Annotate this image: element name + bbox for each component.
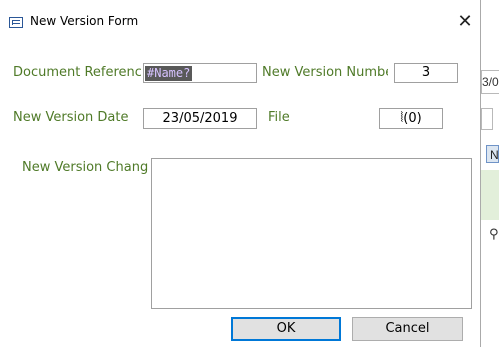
title-bar: New Version Form ✕ — [0, 0, 480, 38]
background-tab: N — [486, 145, 499, 163]
file-attachment-count: (0) — [403, 111, 422, 126]
new-version-date-label: New Version Date — [13, 110, 129, 125]
new-version-number-label: New Version Number — [262, 65, 388, 80]
cancel-button[interactable]: Cancel — [352, 317, 463, 341]
close-button[interactable]: ✕ — [450, 8, 480, 36]
new-version-number-field[interactable]: 3 — [394, 63, 458, 83]
name-error-value: #Name? — [145, 66, 193, 81]
ok-button[interactable]: OK — [231, 317, 341, 341]
new-version-dialog: New Version Form ✕ Document Reference #N… — [0, 0, 481, 347]
document-reference-field[interactable]: #Name? — [143, 63, 257, 83]
background-highlight-row — [481, 170, 499, 220]
close-icon: ✕ — [457, 11, 473, 32]
dialog-title: New Version Form — [30, 14, 139, 28]
file-attachment-field[interactable]: ⦚(0) — [379, 108, 443, 129]
new-version-changes-label: New Version Changes — [22, 160, 149, 175]
new-version-date-field[interactable]: 23/05/2019 — [143, 108, 257, 129]
new-version-changes-textarea[interactable] — [151, 158, 472, 309]
background-date-field: 3/0 — [481, 70, 499, 94]
file-label: File — [268, 110, 290, 125]
form-icon — [9, 17, 23, 28]
background-field — [481, 108, 493, 130]
document-reference-label: Document Reference — [13, 65, 141, 80]
background-paperclip-icon: ⚲ — [489, 227, 499, 242]
